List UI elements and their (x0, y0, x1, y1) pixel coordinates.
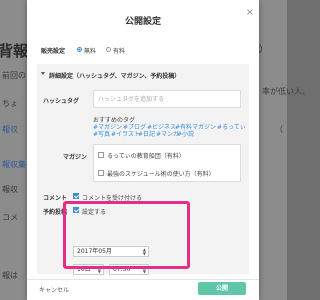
background-text: ちょ (2, 99, 18, 108)
footer-divider (27, 279, 259, 280)
background-text: 率が低い人、 (262, 87, 310, 96)
comment-checkbox[interactable] (73, 193, 79, 199)
publish-settings-modal: 公開設定 × 販売設定 無料 有料 詳細設定（ハッシュタグ、マガジン、予約投稿）… (27, 0, 259, 300)
cancel-button[interactable]: キャンセル (39, 285, 69, 294)
magazine-item-label[interactable]: るってぃの教育船団（有料） (107, 151, 185, 160)
background-link: 報収 (2, 125, 18, 134)
background-text: 報収 (2, 185, 18, 194)
background-text: 前回の (2, 71, 26, 80)
background-text: 報は (2, 271, 18, 280)
background-heading-left: 背報 (0, 42, 29, 60)
background-link: 報収集 (2, 160, 26, 169)
caret-down-icon[interactable] (41, 72, 45, 75)
radio-free[interactable] (77, 47, 82, 52)
magazine-checkbox[interactable] (98, 170, 104, 176)
modal-title: 公開設定 (124, 17, 161, 27)
magazine-label: マガジン (63, 154, 88, 161)
tag-link[interactable]: #小説 (177, 129, 194, 138)
tag-link[interactable]: #写真 (93, 129, 110, 138)
radio-free-label[interactable]: 無料 (84, 46, 96, 55)
tag-link[interactable]: #日記 (138, 129, 155, 138)
details-toggle[interactable]: 詳細設定（ハッシュタグ、マガジン、予約投稿） (49, 71, 180, 80)
hashtag-input[interactable] (93, 90, 241, 108)
magazine-item-label[interactable]: 最強のスケジュール術の使い方（有料） (107, 169, 215, 178)
tag-link[interactable]: #マンガ (156, 129, 179, 138)
visibility-label: 販売設定 (41, 48, 66, 55)
tag-link[interactable]: #るってぃ (217, 122, 246, 131)
close-icon[interactable]: × (245, 8, 255, 18)
tag-link[interactable]: #イラスト (111, 129, 140, 138)
magazine-checkbox[interactable] (98, 152, 104, 158)
publish-button[interactable]: 公開 (198, 282, 246, 295)
background-text: コメ (2, 213, 18, 222)
background-text: （ (275, 125, 283, 134)
radio-paid[interactable] (106, 47, 111, 52)
magazine-list: るってぃの教育船団（有料） 最強のスケジュール術の使い方（有料） (93, 144, 241, 182)
hashtag-label: ハッシュタグ (43, 98, 80, 105)
schedule-highlight-box (63, 201, 190, 269)
radio-paid-label[interactable]: 有料 (113, 46, 125, 55)
